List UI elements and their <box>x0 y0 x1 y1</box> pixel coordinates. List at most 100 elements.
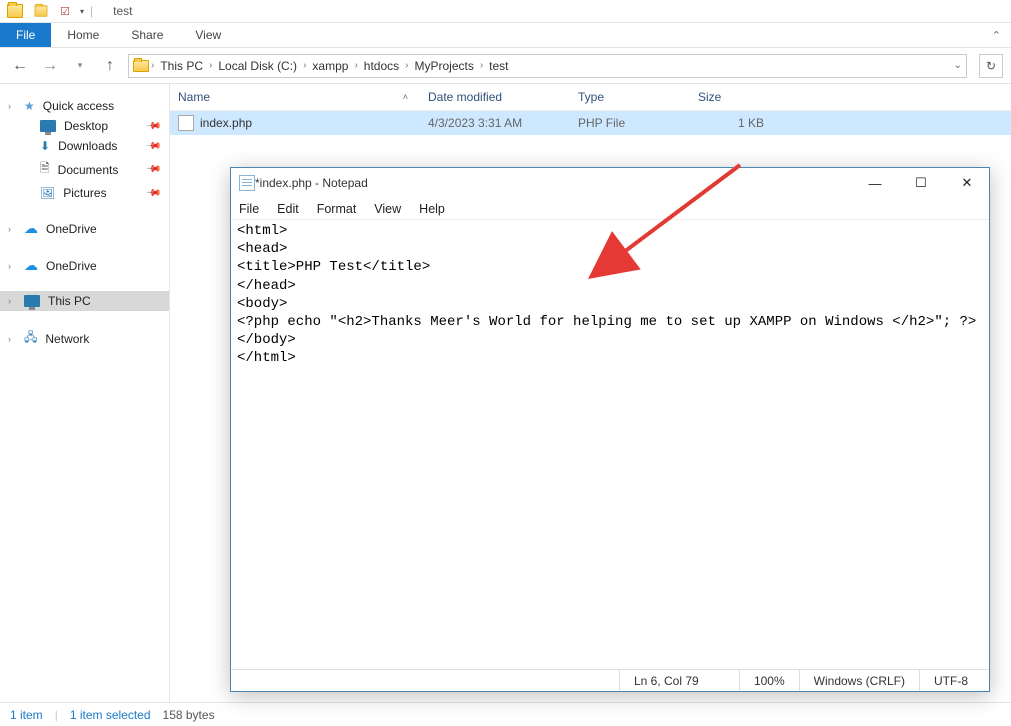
minimize-button[interactable]: — <box>861 172 889 194</box>
col-header-size[interactable]: Size <box>698 90 778 104</box>
crumb-myprojects[interactable]: MyProjects <box>410 59 477 73</box>
sidebar-label: Documents <box>58 163 119 177</box>
sidebar-label: OneDrive <box>46 222 97 236</box>
navbar: ← → ▾ ↑ › This PC › Local Disk (C:) › xa… <box>0 48 1011 84</box>
nav-up[interactable]: ↑ <box>98 54 122 78</box>
notepad-textarea[interactable]: <html> <head> <title>PHP Test</title> </… <box>231 220 989 669</box>
pin-icon: 📌 <box>144 185 161 202</box>
chevron-right-icon[interactable]: › <box>405 60 408 71</box>
php-file-icon <box>178 115 194 131</box>
menu-format[interactable]: Format <box>317 202 357 216</box>
chevron-right-icon[interactable]: › <box>8 101 11 111</box>
tab-share[interactable]: Share <box>115 23 179 47</box>
np-status-eol: Windows (CRLF) <box>799 670 919 691</box>
sidebar-onedrive2[interactable]: › ☁ OneDrive <box>0 254 169 277</box>
sidebar-desktop[interactable]: Desktop 📌 <box>0 116 169 136</box>
tab-home[interactable]: Home <box>51 23 115 47</box>
tab-view[interactable]: View <box>179 23 237 47</box>
nav-recent-dropdown[interactable]: ▾ <box>68 54 92 78</box>
menu-edit[interactable]: Edit <box>277 202 299 216</box>
file-date: 4/3/2023 3:31 AM <box>428 116 578 130</box>
notepad-menubar: File Edit Format View Help <box>231 198 989 220</box>
crumb-localdisk[interactable]: Local Disk (C:) <box>214 59 301 73</box>
chevron-right-icon[interactable]: › <box>303 60 306 71</box>
chevron-right-icon[interactable]: › <box>480 60 483 71</box>
sidebar-onedrive1[interactable]: › ☁ OneDrive <box>0 217 169 240</box>
chevron-right-icon[interactable]: › <box>8 296 11 306</box>
sidebar-label: Network <box>45 332 89 346</box>
maximize-button[interactable]: ☐ <box>907 172 935 194</box>
crumb-thispc[interactable]: This PC <box>156 59 207 73</box>
menu-view[interactable]: View <box>374 202 401 216</box>
file-row[interactable]: index.php 4/3/2023 3:31 AM PHP File 1 KB <box>170 111 1011 135</box>
address-dropdown-icon[interactable]: ⌄ <box>954 60 962 71</box>
explorer-titlebar: ☑ ▾ | test <box>0 0 1011 23</box>
menu-help[interactable]: Help <box>419 202 445 216</box>
qat-properties[interactable] <box>30 0 52 22</box>
cloud-icon: ☁ <box>24 257 38 274</box>
sidebar-label: Quick access <box>43 99 114 113</box>
sort-asc-icon: ˄ <box>403 92 428 102</box>
np-status-pos: Ln 6, Col 79 <box>619 670 739 691</box>
col-label: Name <box>178 90 210 104</box>
pin-icon: 📌 <box>144 161 161 178</box>
pictures-icon: 🖼 <box>40 186 55 200</box>
star-icon: ★ <box>24 99 35 113</box>
column-headers: Name ˄ Date modified Type Size <box>170 84 1011 111</box>
notepad-icon <box>239 175 255 191</box>
notepad-titlebar[interactable]: *index.php - Notepad — ☐ ✕ <box>231 168 989 198</box>
chevron-right-icon[interactable]: › <box>151 60 154 71</box>
sidebar-documents[interactable]: 🗎 Documents 📌 <box>0 156 169 183</box>
ribbon: File Home Share View ⌃ <box>0 23 1011 48</box>
window-title: test <box>113 4 132 18</box>
chevron-right-icon[interactable]: › <box>354 60 357 71</box>
sidebar-label: This PC <box>48 294 91 308</box>
network-icon: 🖧 <box>24 328 37 349</box>
crumb-test[interactable]: test <box>485 59 512 73</box>
chevron-right-icon[interactable]: › <box>209 60 212 71</box>
chevron-right-icon[interactable]: › <box>8 224 11 234</box>
chevron-right-icon[interactable]: › <box>8 261 11 271</box>
sidebar-pictures[interactable]: 🖼 Pictures 📌 <box>0 183 169 203</box>
sidebar: › ★ Quick access Desktop 📌 ⬇ Downloads 📌… <box>0 84 170 702</box>
downloads-icon: ⬇ <box>40 139 50 153</box>
file-size: 1 KB <box>698 116 778 130</box>
sidebar-network[interactable]: › 🖧 Network <box>0 325 169 352</box>
file-type: PHP File <box>578 116 698 130</box>
col-header-type[interactable]: Type <box>578 90 698 104</box>
nav-back[interactable]: ← <box>8 54 32 78</box>
statusbar: 1 item | 1 item selected 158 bytes <box>0 702 1011 726</box>
qat-dropdown[interactable]: ▾ <box>80 7 84 16</box>
title-separator: | <box>90 4 93 18</box>
col-header-name[interactable]: Name ˄ <box>178 90 428 104</box>
tab-file[interactable]: File <box>0 23 51 47</box>
file-name: index.php <box>200 116 252 130</box>
refresh-icon: ↻ <box>986 59 996 73</box>
sidebar-downloads[interactable]: ⬇ Downloads 📌 <box>0 136 169 156</box>
address-bar[interactable]: › This PC › Local Disk (C:) › xampp › ht… <box>128 54 967 78</box>
notepad-statusbar: Ln 6, Col 79 100% Windows (CRLF) UTF-8 <box>231 669 989 691</box>
documents-icon: 🗎 <box>40 159 50 180</box>
sidebar-quick-access[interactable]: › ★ Quick access <box>0 96 169 116</box>
status-selected: 1 item selected <box>70 708 151 722</box>
status-bytes: 158 bytes <box>163 708 215 722</box>
pin-icon: 📌 <box>144 118 161 135</box>
desktop-icon <box>40 120 56 132</box>
np-status-enc: UTF-8 <box>919 670 989 691</box>
chevron-right-icon[interactable]: › <box>8 334 11 344</box>
crumb-xampp[interactable]: xampp <box>308 59 352 73</box>
sidebar-this-pc[interactable]: › This PC <box>0 291 169 311</box>
sidebar-label: Downloads <box>58 139 117 153</box>
ribbon-expand-icon[interactable]: ⌃ <box>992 29 1001 42</box>
col-header-date[interactable]: Date modified <box>428 90 578 104</box>
refresh-button[interactable]: ↻ <box>979 54 1003 78</box>
menu-file[interactable]: File <box>239 202 259 216</box>
address-folder-icon <box>133 60 149 72</box>
close-button[interactable]: ✕ <box>953 172 981 194</box>
sidebar-label: OneDrive <box>46 259 97 273</box>
qat-checkbox[interactable]: ☑ <box>54 0 76 22</box>
notepad-title: *index.php - Notepad <box>255 176 368 190</box>
notepad-window: *index.php - Notepad — ☐ ✕ File Edit For… <box>230 167 990 692</box>
crumb-htdocs[interactable]: htdocs <box>360 59 403 73</box>
np-status-zoom: 100% <box>739 670 799 691</box>
